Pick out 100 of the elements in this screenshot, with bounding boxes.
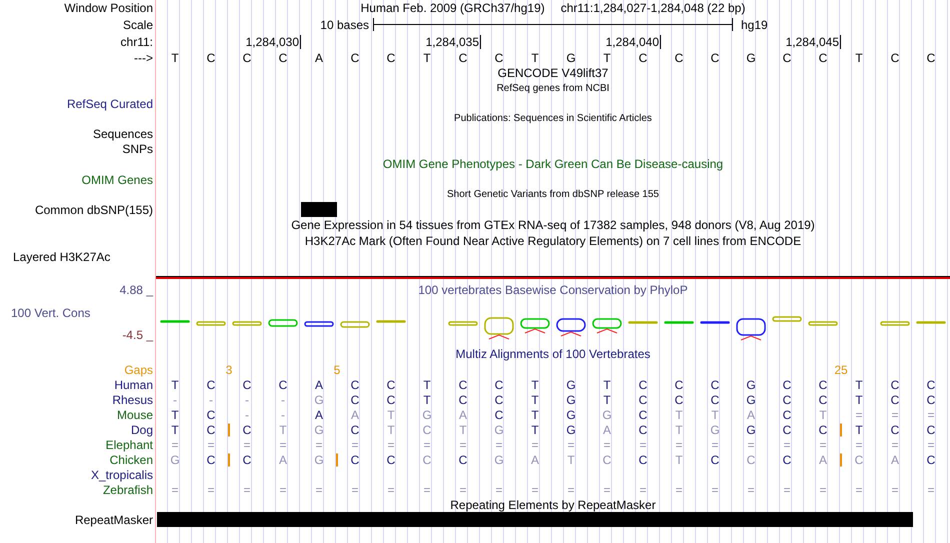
base-letter: = <box>819 482 826 496</box>
base-letter: = <box>891 438 898 452</box>
base-letter: T <box>423 50 431 64</box>
base-letter: T <box>675 452 683 466</box>
base-letter: T <box>459 422 467 436</box>
scale-text: 10 bases <box>320 18 369 32</box>
base-letter: C <box>638 422 648 436</box>
base-letter: C <box>458 392 468 406</box>
base-letter: = <box>927 438 934 452</box>
row-label: Window Position <box>64 0 153 17</box>
base-letter: C <box>422 452 432 466</box>
base-letter: = <box>243 438 250 452</box>
base-letter: = <box>567 482 574 496</box>
base-letter: T <box>171 378 179 392</box>
base-letter: = <box>783 482 790 496</box>
base-letter: G <box>566 50 576 64</box>
base-letter: = <box>891 482 898 496</box>
base-letter: C <box>674 50 684 64</box>
base-letter: C <box>350 50 360 64</box>
base-letter: C <box>818 392 828 406</box>
species-label: Zebrafish <box>102 482 153 498</box>
base-letter: T <box>171 50 179 64</box>
track-title: Publications: Sequences in Scientific Articles <box>454 112 652 126</box>
base-letter: T <box>531 422 539 436</box>
base-letter: T <box>855 378 863 392</box>
base-letter: G <box>746 422 756 436</box>
base-letter: C <box>926 452 936 466</box>
base-letter: C <box>494 392 504 406</box>
base-letter: = <box>387 438 394 452</box>
base-letter: T <box>171 408 179 422</box>
base-letter: C <box>854 452 864 466</box>
base-letter: C <box>782 378 792 392</box>
base-letter: G <box>494 422 504 436</box>
base-letter: A <box>314 378 323 392</box>
base-letter: - <box>173 392 177 406</box>
base-letter: G <box>746 392 756 406</box>
base-letter: T <box>423 392 431 406</box>
base-letter: C <box>926 50 936 64</box>
base-letter: C <box>710 50 720 64</box>
base-letter: - <box>209 392 213 406</box>
species-label: Elephant <box>106 436 153 454</box>
base-letter: A <box>746 408 755 422</box>
base-letter: C <box>242 422 252 436</box>
species-label: X_tropicalis <box>90 466 153 484</box>
base-letter: = <box>315 482 322 496</box>
base-letter: = <box>855 438 862 452</box>
track-label: RefSeq Curated <box>66 96 153 112</box>
base-letter: C <box>818 422 828 436</box>
base-letter: C <box>674 392 684 406</box>
gap-count: 3 <box>226 364 232 376</box>
base-letter: = <box>279 482 286 496</box>
base-letter: T <box>603 378 611 392</box>
base-letter: G <box>710 422 720 436</box>
axis-label: 4.88 _ <box>120 282 153 299</box>
base-letter: C <box>494 50 504 64</box>
base-letter: = <box>747 482 754 496</box>
base-letter: C <box>422 422 432 436</box>
base-letter: T <box>675 422 683 436</box>
track-label: RepeatMasker <box>74 512 153 528</box>
track-label: Sequences <box>92 126 153 142</box>
base-letter: = <box>531 482 538 496</box>
base-letter: T <box>531 392 539 406</box>
track-label: Gaps <box>124 362 153 378</box>
gap-count: 5 <box>334 364 340 376</box>
track-title: RefSeq genes from NCBI <box>496 82 610 96</box>
base-letter: T <box>603 392 611 406</box>
base-letter: C <box>890 392 900 406</box>
base-letter: C <box>782 408 792 422</box>
base-letter: C <box>386 392 396 406</box>
base-letter: A <box>458 408 467 422</box>
base-letter: = <box>639 482 646 496</box>
base-letter: C <box>782 392 792 406</box>
track-title: Multiz Alignments of 100 Vertebrates <box>456 346 650 363</box>
base-letter: C <box>638 408 648 422</box>
base-letter: T <box>855 422 863 436</box>
track-label: 100 Vert. Cons <box>10 304 90 322</box>
base-letter: C <box>926 378 936 392</box>
track-title: H3K27Ac Mark (Often Found Near Active Regulatory Elements) on 7 cell lines from ENCODE <box>304 233 802 250</box>
base-letter: = <box>855 482 862 496</box>
track-label: Common dbSNP(155) <box>34 202 153 218</box>
base-letter: - <box>245 408 249 422</box>
track-title: 100 vertebrates Basewise Conservation by PhyloP <box>418 282 688 299</box>
base-letter: G <box>314 392 324 406</box>
base-letter: A <box>530 452 539 466</box>
base-letter: A <box>890 452 899 466</box>
base-letter: T <box>819 408 827 422</box>
base-letter: G <box>566 392 576 406</box>
base-letter: = <box>675 482 682 496</box>
assembly-label: hg19 <box>741 18 768 32</box>
base-letter: T <box>531 408 539 422</box>
base-letter: T <box>855 50 863 64</box>
ruler-tick: 1,284,035 <box>426 35 481 49</box>
base-letter: T <box>423 378 431 392</box>
base-letter: = <box>711 438 718 452</box>
gap-count: 25 <box>834 364 848 376</box>
base-letter: T <box>531 50 539 64</box>
base-letter: C <box>242 50 252 64</box>
base-letter: C <box>206 452 216 466</box>
base-letter: = <box>495 482 502 496</box>
base-letter: A <box>602 422 611 436</box>
